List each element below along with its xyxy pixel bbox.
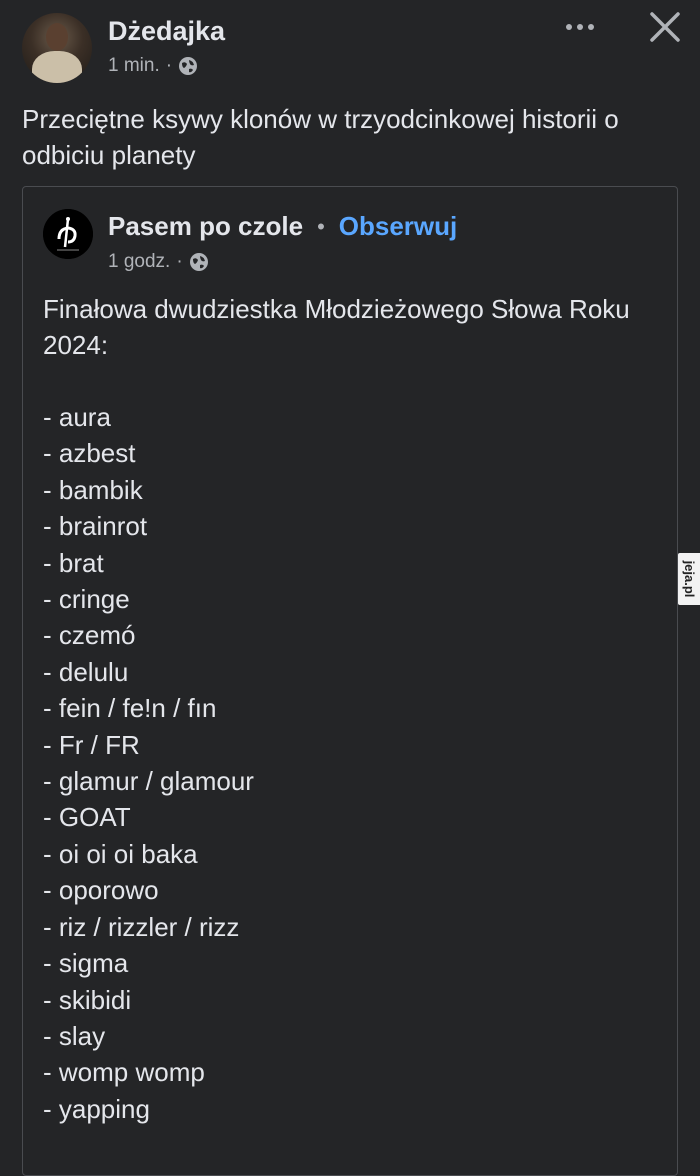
author-avatar[interactable] — [22, 13, 92, 83]
list-item: - womp womp — [43, 1057, 205, 1088]
list-item: - skibidi — [43, 984, 132, 1015]
close-icon[interactable] — [647, 9, 683, 45]
post-text: Przeciętne ksywy klonów w trzyodcinkowej… — [22, 104, 619, 170]
list-item: - oi oi oi baka — [43, 838, 198, 869]
list-item: - bambik — [43, 474, 143, 505]
list-item: - brat — [43, 547, 104, 578]
list-item: - azbest — [43, 438, 136, 469]
shared-intro-text: Finałowa dwudziestka Młodzieżowego Słowa… — [43, 294, 630, 360]
post-meta: 1 min. · — [108, 55, 198, 77]
list-item: - oporowo — [43, 875, 159, 906]
page-logo-avatar[interactable] — [43, 209, 93, 259]
list-item: - brainrot — [43, 511, 148, 542]
word-list: - aura - azbest - bambik - brainrot - br… — [43, 399, 254, 1127]
post-time[interactable]: 1 min. — [108, 55, 160, 77]
shared-post-card[interactable]: Pasem po czole • Obserwuj 1 godz. · Fina… — [22, 186, 678, 1176]
name-separator: • — [317, 213, 325, 239]
post-header: Dżedajka 1 min. · — [0, 0, 700, 100]
shared-meta: 1 godz. · — [108, 251, 209, 273]
list-item: - yapping — [43, 1093, 150, 1124]
watermark-text: jeja.pl — [682, 560, 697, 598]
follow-button[interactable]: Obserwuj — [339, 211, 457, 242]
avatar-face — [46, 23, 68, 51]
shared-name-row: Pasem po czole • Obserwuj — [108, 211, 457, 242]
author-name[interactable]: Dżedajka — [108, 16, 225, 47]
list-item: - fein / fe!n / fın — [43, 693, 217, 724]
globe-icon — [179, 57, 198, 75]
list-item: - cringe — [43, 584, 130, 615]
shared-meta-separator: · — [176, 251, 183, 272]
shared-author-name[interactable]: Pasem po czole — [108, 211, 303, 242]
list-item: - delulu — [43, 656, 129, 687]
globe-icon — [189, 253, 208, 271]
list-item: - aura — [43, 402, 111, 432]
meta-separator: · — [165, 55, 173, 76]
list-item: - czemó — [43, 620, 136, 651]
list-item: - GOAT — [43, 802, 131, 833]
list-item: - Fr / FR — [43, 729, 140, 760]
list-item: - sigma — [43, 948, 129, 979]
list-item: - glamur / glamour — [43, 766, 254, 797]
list-item: - riz / rizzler / rizz — [43, 911, 240, 942]
more-options-icon[interactable] — [560, 12, 600, 42]
avatar-body — [32, 51, 82, 83]
list-item: - slay — [43, 1020, 106, 1051]
jeja-watermark: jeja.pl — [678, 553, 700, 605]
shared-time[interactable]: 1 godz. — [108, 251, 170, 273]
